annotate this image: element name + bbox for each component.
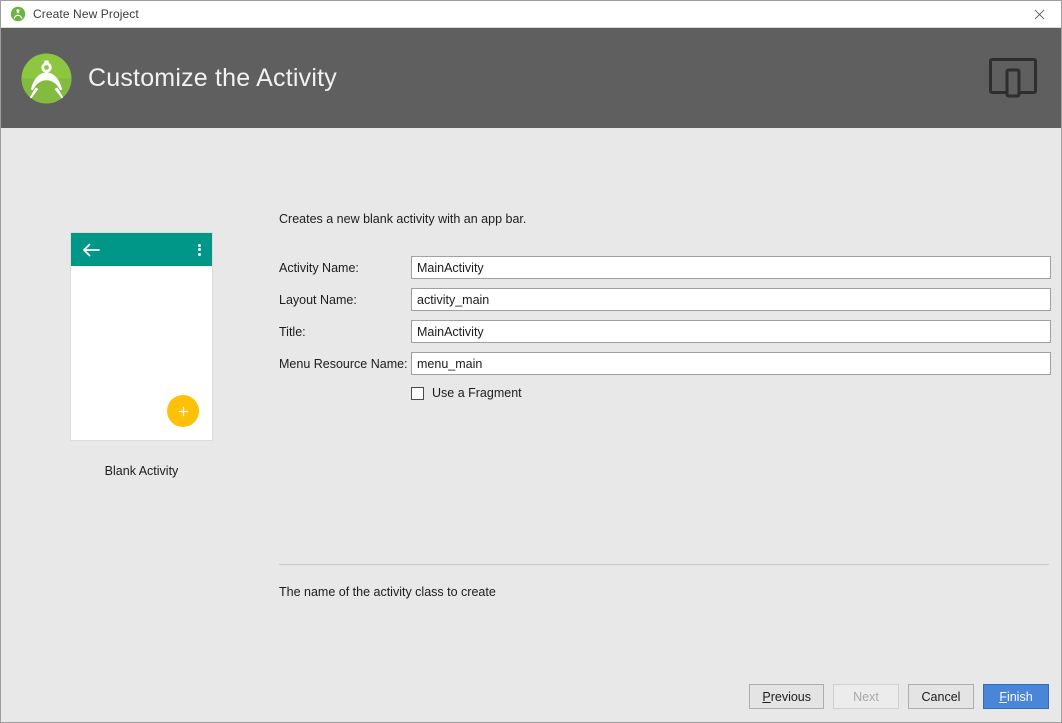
hint-separator bbox=[279, 564, 1049, 565]
overflow-menu-icon bbox=[198, 243, 201, 257]
previous-button-label-rest: revious bbox=[771, 690, 811, 704]
dialog-body: Blank Activity Creates a new blank activ… bbox=[1, 128, 1061, 722]
field-title: Title: bbox=[279, 320, 1051, 343]
tablet-and-phone-icon bbox=[989, 57, 1037, 99]
menu-resource-name-input[interactable] bbox=[411, 352, 1051, 375]
field-label-title: Title: bbox=[279, 325, 411, 339]
field-menu-resource-name: Menu Resource Name: bbox=[279, 352, 1051, 375]
activity-preview[interactable]: Blank Activity bbox=[70, 232, 213, 478]
title-input[interactable] bbox=[411, 320, 1051, 343]
android-studio-icon bbox=[10, 6, 26, 22]
field-label-activity-name: Activity Name: bbox=[279, 261, 411, 275]
back-arrow-icon bbox=[82, 243, 100, 257]
page-title: Customize the Activity bbox=[88, 64, 337, 93]
preview-appbar bbox=[71, 233, 212, 266]
previous-button[interactable]: Previous bbox=[749, 684, 824, 709]
android-studio-logo bbox=[19, 51, 74, 106]
layout-name-input[interactable] bbox=[411, 288, 1051, 311]
use-a-fragment-checkbox[interactable] bbox=[411, 387, 424, 400]
use-a-fragment-label: Use a Fragment bbox=[432, 386, 522, 400]
field-layout-name: Layout Name: bbox=[279, 288, 1051, 311]
dialog-footer: Previous Next Cancel Finish bbox=[749, 684, 1049, 709]
plus-icon bbox=[167, 395, 199, 427]
field-activity-name: Activity Name: bbox=[279, 256, 1051, 279]
titlebar-title: Create New Project bbox=[33, 7, 139, 21]
finish-button[interactable]: Finish bbox=[983, 684, 1049, 709]
activity-form: Creates a new blank activity with an app… bbox=[279, 212, 1051, 400]
hint-text: The name of the activity class to create bbox=[279, 585, 496, 599]
next-button[interactable]: Next bbox=[833, 684, 899, 709]
cancel-button[interactable]: Cancel bbox=[908, 684, 974, 709]
activity-name-input[interactable] bbox=[411, 256, 1051, 279]
use-a-fragment-row[interactable]: Use a Fragment bbox=[279, 386, 1051, 400]
phone-preview bbox=[70, 232, 213, 441]
wizard-banner: Customize the Activity bbox=[1, 28, 1061, 128]
form-description: Creates a new blank activity with an app… bbox=[279, 212, 1051, 226]
close-icon[interactable] bbox=[1017, 1, 1061, 27]
finish-button-label-rest: inish bbox=[1007, 690, 1033, 704]
field-label-layout-name: Layout Name: bbox=[279, 293, 411, 307]
preview-caption: Blank Activity bbox=[70, 464, 213, 478]
field-label-menu-resource-name: Menu Resource Name: bbox=[279, 357, 411, 371]
create-new-project-dialog: Create New Project Customize the Activit… bbox=[0, 0, 1062, 723]
titlebar: Create New Project bbox=[1, 1, 1061, 28]
